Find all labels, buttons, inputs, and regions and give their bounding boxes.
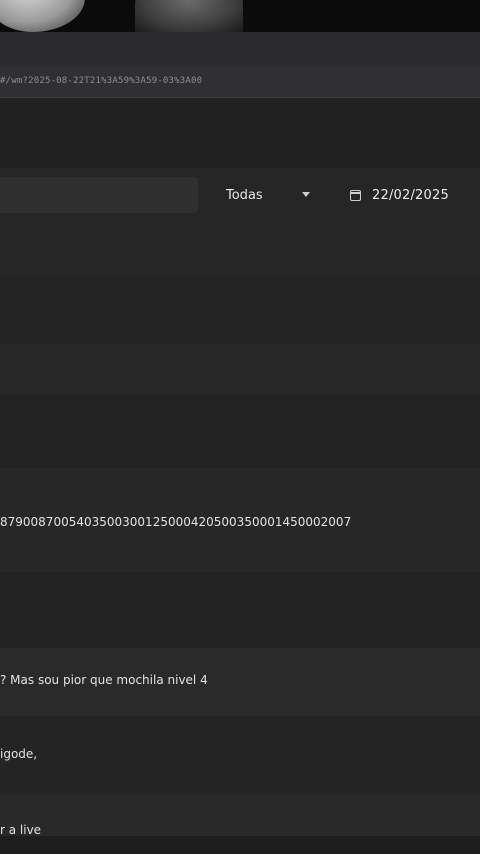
date-picker-value: 22/02/2025 <box>372 187 449 203</box>
message-text: ? Mas sou pior que mochila nivel 4 <box>0 673 208 687</box>
screen: #/wm?2025-08-22T21%3A59%3A59-03%3A00 Tod… <box>0 0 480 854</box>
list-item[interactable]: ? Mas sou pior que mochila nivel 4 <box>0 648 480 716</box>
list-item[interactable] <box>0 220 480 276</box>
page-header <box>0 98 480 168</box>
date-picker[interactable]: 22/02/2025 <box>340 180 470 210</box>
webcam-person-left <box>0 0 85 32</box>
address-bar[interactable]: #/wm?2025-08-22T21%3A59%3A59-03%3A00 <box>0 66 480 98</box>
list-item[interactable]: igode, <box>0 716 480 794</box>
category-select-value: Todas <box>226 187 263 203</box>
chevron-down-icon <box>302 192 310 197</box>
browser-tab-strip <box>0 32 480 66</box>
webcam-person-right <box>135 0 243 32</box>
category-select[interactable]: Todas <box>212 180 330 210</box>
webcam-overlay <box>0 0 480 32</box>
message-text: r a live <box>0 823 42 837</box>
search-input[interactable] <box>0 177 198 213</box>
list-item[interactable]: r a live <box>0 794 480 837</box>
list-item[interactable] <box>0 276 480 344</box>
message-text: 8790087005403500300125000420500350001450… <box>0 515 352 529</box>
message-text: igode, <box>0 747 38 761</box>
list-item[interactable]: 8790087005403500300125000420500350001450… <box>0 468 480 572</box>
address-bar-url[interactable]: #/wm?2025-08-22T21%3A59%3A59-03%3A00 <box>0 76 202 86</box>
list-item[interactable] <box>0 394 480 468</box>
bottom-edge <box>0 836 480 854</box>
list-item[interactable] <box>0 572 480 648</box>
list-item[interactable] <box>0 344 480 394</box>
calendar-icon <box>350 189 361 201</box>
